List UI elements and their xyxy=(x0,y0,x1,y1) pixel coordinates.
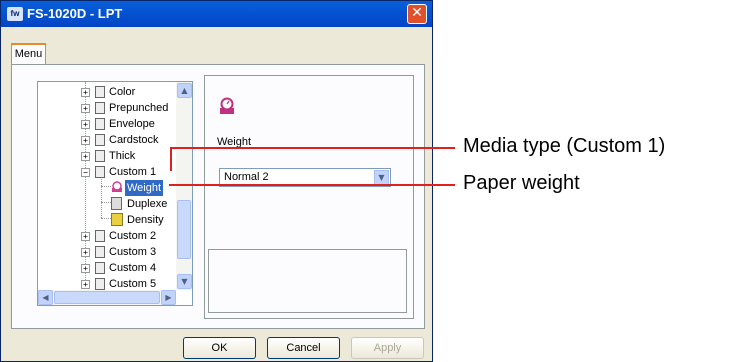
page-icon xyxy=(95,102,105,114)
page-icon xyxy=(95,278,105,290)
page-icon xyxy=(95,86,105,98)
page-icon xyxy=(95,166,105,178)
tree-item-label: Custom 4 xyxy=(109,262,157,274)
expand-icon[interactable]: + xyxy=(81,104,90,113)
tree-item-label: Color xyxy=(109,86,136,98)
tree-rows: + Color + Prepunched + Envelope + Cardst… xyxy=(38,82,177,292)
vertical-scrollbar[interactable]: ▲ ▼ xyxy=(176,82,192,290)
scale-icon xyxy=(218,97,236,115)
tree-item-envelope[interactable]: + Envelope xyxy=(81,116,175,132)
scroll-left-button[interactable]: ◀ xyxy=(38,290,53,305)
page-icon xyxy=(95,230,105,242)
title-bar: fw FS-1020D - LPT ✕ xyxy=(1,1,432,27)
printer-settings-window: fw FS-1020D - LPT ✕ Menu + Color + Prepu… xyxy=(0,0,433,362)
tree-item-duplexe[interactable]: Duplexe xyxy=(111,196,177,212)
menu-tree[interactable]: + Color + Prepunched + Envelope + Cardst… xyxy=(37,81,193,306)
scroll-up-button[interactable]: ▲ xyxy=(177,83,192,98)
dropdown-arrow-icon[interactable]: ▼ xyxy=(374,170,389,185)
cancel-button[interactable]: Cancel xyxy=(267,337,340,359)
callout-line-media-type xyxy=(170,147,455,149)
tree-item-label: Density xyxy=(127,214,164,226)
tree-item-custom-1[interactable]: − Custom 1 xyxy=(81,164,175,180)
callout-media-type: Media type (Custom 1) xyxy=(463,135,666,157)
tree-connector xyxy=(101,174,102,218)
expand-icon[interactable]: + xyxy=(81,264,90,273)
horizontal-scrollbar[interactable]: ◀ ▶ xyxy=(38,290,176,305)
window-title: FS-1020D - LPT xyxy=(27,6,123,21)
density-icon xyxy=(111,213,123,226)
tree-item-label: Custom 3 xyxy=(109,246,157,258)
expand-icon[interactable]: + xyxy=(81,248,90,257)
scroll-right-button[interactable]: ▶ xyxy=(161,290,176,305)
tree-item-thick[interactable]: + Thick xyxy=(81,148,175,164)
page-icon xyxy=(95,134,105,146)
tab-menu[interactable]: Menu xyxy=(11,43,46,65)
callout-paper-weight: Paper weight xyxy=(463,172,580,194)
tree-item-label: Custom 1 xyxy=(109,166,157,178)
weight-select-value: Normal 2 xyxy=(224,171,269,183)
expand-icon[interactable]: + xyxy=(81,280,90,289)
expand-icon[interactable]: + xyxy=(81,152,90,161)
tree-item-prepunched[interactable]: + Prepunched xyxy=(81,100,175,116)
callout-line-paper-weight xyxy=(169,184,455,186)
tree-item-weight[interactable]: Weight xyxy=(111,180,177,196)
tree-connector xyxy=(101,218,111,219)
tree-item-cardstock[interactable]: + Cardstock xyxy=(81,132,175,148)
duplex-icon xyxy=(111,197,122,210)
tree-item-label: Cardstock xyxy=(109,134,159,146)
tree-item-label: Weight xyxy=(125,180,164,196)
ok-button[interactable]: OK xyxy=(183,337,256,359)
expand-icon[interactable]: + xyxy=(81,88,90,97)
scroll-down-button[interactable]: ▼ xyxy=(177,274,192,289)
scale-icon xyxy=(111,181,123,193)
expand-icon[interactable]: + xyxy=(81,136,90,145)
page-icon xyxy=(95,150,105,162)
tree-item-custom-4[interactable]: + Custom 4 xyxy=(81,260,175,276)
printer-icon: fw xyxy=(7,7,23,21)
tree-item-label: Prepunched xyxy=(109,102,169,114)
collapse-icon[interactable]: − xyxy=(81,168,90,177)
horizontal-scroll-thumb[interactable] xyxy=(54,291,160,304)
tree-item-custom-3[interactable]: + Custom 3 xyxy=(81,244,175,260)
page-icon xyxy=(95,262,105,274)
tree-item-label: Thick xyxy=(109,150,136,162)
close-button[interactable]: ✕ xyxy=(407,4,427,24)
scroll-thumb[interactable] xyxy=(177,200,191,259)
tree-item-custom-2[interactable]: + Custom 2 xyxy=(81,228,175,244)
tree-item-label: Envelope xyxy=(109,118,155,130)
description-box xyxy=(208,249,407,313)
tree-item-color[interactable]: + Color xyxy=(81,84,175,100)
tree-item-label: Duplexe xyxy=(127,198,168,210)
callout-line-media-type-drop xyxy=(170,147,172,171)
apply-button[interactable]: Apply xyxy=(351,337,424,359)
page-icon xyxy=(95,118,105,130)
tree-item-label: Custom 2 xyxy=(109,230,157,242)
expand-icon[interactable]: + xyxy=(81,120,90,129)
tree-connector xyxy=(101,202,111,203)
page-icon xyxy=(95,246,105,258)
expand-icon[interactable]: + xyxy=(81,232,90,241)
tree-item-density[interactable]: Density xyxy=(111,212,177,228)
tree-connector xyxy=(101,186,111,187)
